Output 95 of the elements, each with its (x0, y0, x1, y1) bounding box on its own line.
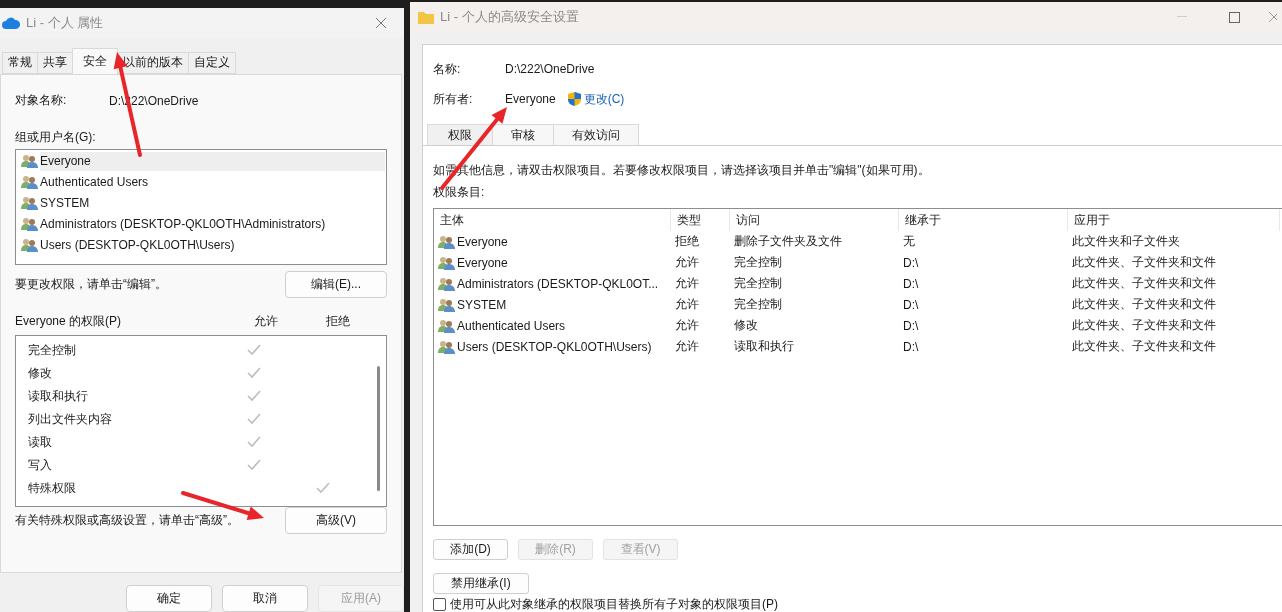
users-icon (438, 318, 455, 333)
folder-icon (418, 10, 434, 24)
column-header: 拒绝 (326, 313, 350, 331)
hint-text: 有关特殊权限或高级设置，请单击“高级”。 (15, 512, 239, 530)
users-icon (21, 154, 38, 169)
checkbox[interactable] (433, 597, 446, 611)
list-item[interactable]: Users (DESKTOP-QKL0OTH\Users) (17, 234, 385, 256)
tab[interactable]: 共享 (37, 51, 73, 74)
minimize-icon (1177, 16, 1187, 18)
users-icon (438, 255, 455, 270)
table-cell-text: 完全控制 (733, 275, 783, 292)
field-label: 名称: (433, 60, 462, 78)
permission-name: 完全控制 (28, 341, 77, 359)
table-cell: Users (DESKTOP-QKL0OTH\Users) (434, 336, 671, 357)
shield-icon (567, 92, 581, 106)
column-header[interactable]: 主体 (434, 209, 671, 231)
table-cell-text: D:\ (902, 275, 920, 293)
table-cell-text: 允许 (674, 275, 700, 292)
list-item[interactable]: SYSTEM (17, 192, 385, 214)
table-cell-text: 修改 (733, 317, 759, 334)
window-title: Li - 个人 属性 (26, 14, 104, 32)
tab[interactable]: 审核 (492, 124, 554, 145)
permission-name: 列出文件夹内容 (28, 410, 113, 428)
owner-name: Everyone (505, 92, 556, 106)
table-cell: SYSTEM (434, 294, 671, 315)
table-cell-text: 此文件夹、子文件夹和文件 (1071, 254, 1217, 271)
dialog-button[interactable]: 确定 (126, 585, 212, 612)
section-label: Everyone 的权限(P) (15, 313, 123, 331)
change-owner-link[interactable]: 更改(C) (583, 90, 625, 108)
users-icon (438, 276, 455, 291)
users-icon (21, 196, 38, 211)
table-cell: Authenticated Users (434, 315, 671, 336)
table-cell-text: 允许 (674, 317, 700, 334)
maximize-icon (1228, 11, 1240, 23)
table-cell-text: D:\ (902, 338, 920, 356)
table-cell-text: 完全控制 (733, 254, 783, 271)
table-cell-text: 此文件夹和子文件夹 (1071, 233, 1181, 250)
column-header[interactable]: 继承于 (899, 209, 1068, 231)
list-item[interactable]: Authenticated Users (17, 171, 385, 193)
tab[interactable]: 有效访问 (553, 124, 639, 145)
window-title: Li - 个人的高级安全设置 (440, 8, 579, 26)
table-cell-text: D:\ (902, 317, 920, 335)
users-icon (438, 339, 455, 354)
column-header[interactable]: 应用于 (1068, 209, 1280, 231)
edit-button[interactable]: 编辑(E)... (285, 271, 387, 299)
tab[interactable]: 权限 (427, 124, 493, 145)
column-header[interactable]: 类型 (671, 209, 730, 231)
table-cell-text: 此文件夹、子文件夹和文件 (1071, 296, 1217, 313)
table-cell-text: 完全控制 (733, 296, 783, 313)
tab[interactable]: 安全 (72, 47, 118, 74)
object-path: D:\222\OneDrive (505, 62, 595, 76)
close-icon (376, 18, 386, 28)
users-icon (21, 238, 38, 253)
permission-name: 写入 (28, 456, 53, 474)
list-item[interactable]: Administrators (DESKTOP-QKL0OTH\Administrators) (17, 213, 385, 235)
field-label: 对象名称: (15, 92, 68, 110)
tab[interactable]: 常规 (2, 51, 38, 74)
table-cell-text: 删除子文件夹及文件 (733, 233, 843, 250)
scrollbar[interactable] (377, 365, 380, 491)
users-icon (21, 175, 38, 190)
column-header: 允许 (254, 313, 278, 331)
hint-text: 要更改权限，请单击“编辑”。 (15, 276, 167, 294)
table-cell-text: 此文件夹、子文件夹和文件 (1071, 275, 1217, 292)
close-icon (1269, 12, 1277, 22)
users-icon (21, 217, 38, 232)
entry-button[interactable]: 添加(D) (433, 538, 508, 560)
field-label: 所有者: (433, 90, 474, 108)
permission-name: 读取和执行 (28, 387, 89, 405)
table-cell-text: 拒绝 (674, 233, 700, 250)
advanced-button[interactable]: 高级(V) (285, 507, 387, 535)
table-cell-text: 允许 (674, 254, 700, 271)
table-cell-text: 此文件夹、子文件夹和文件 (1071, 317, 1217, 334)
permission-name: 修改 (28, 364, 53, 382)
dialog-button[interactable]: 取消 (222, 585, 308, 612)
table-cell-text: 允许 (674, 296, 700, 313)
cloud-icon (2, 17, 20, 29)
table-cell-text: 读取和执行 (733, 338, 795, 355)
table-cell: Everyone (434, 231, 671, 252)
permission-name: 特殊权限 (28, 479, 77, 497)
table-cell: Everyone (434, 252, 671, 273)
users-icon (438, 297, 455, 312)
table-cell-text: D:\ (902, 254, 920, 272)
table-cell: Administrators (DESKTOP-QKL0OT... (434, 273, 671, 294)
checkbox-label: 使用可从此对象继承的权限项目替换所有子对象的权限项目(P) (450, 595, 778, 612)
users-icon (438, 234, 455, 249)
table-cell-text: 此文件夹、子文件夹和文件 (1071, 338, 1217, 355)
table-cell-text: D:\ (902, 296, 920, 314)
section-label: 权限条目: (433, 183, 485, 201)
table-cell-text: 允许 (674, 338, 700, 355)
section-label: 组或用户名(G): (15, 129, 96, 147)
disable-inheritance-button[interactable]: 禁用继承(I) (433, 572, 529, 594)
table-cell-text: 无 (902, 233, 916, 250)
tab[interactable]: 自定义 (188, 51, 236, 74)
column-header[interactable]: 访问 (730, 209, 899, 231)
permission-name: 读取 (28, 433, 53, 451)
